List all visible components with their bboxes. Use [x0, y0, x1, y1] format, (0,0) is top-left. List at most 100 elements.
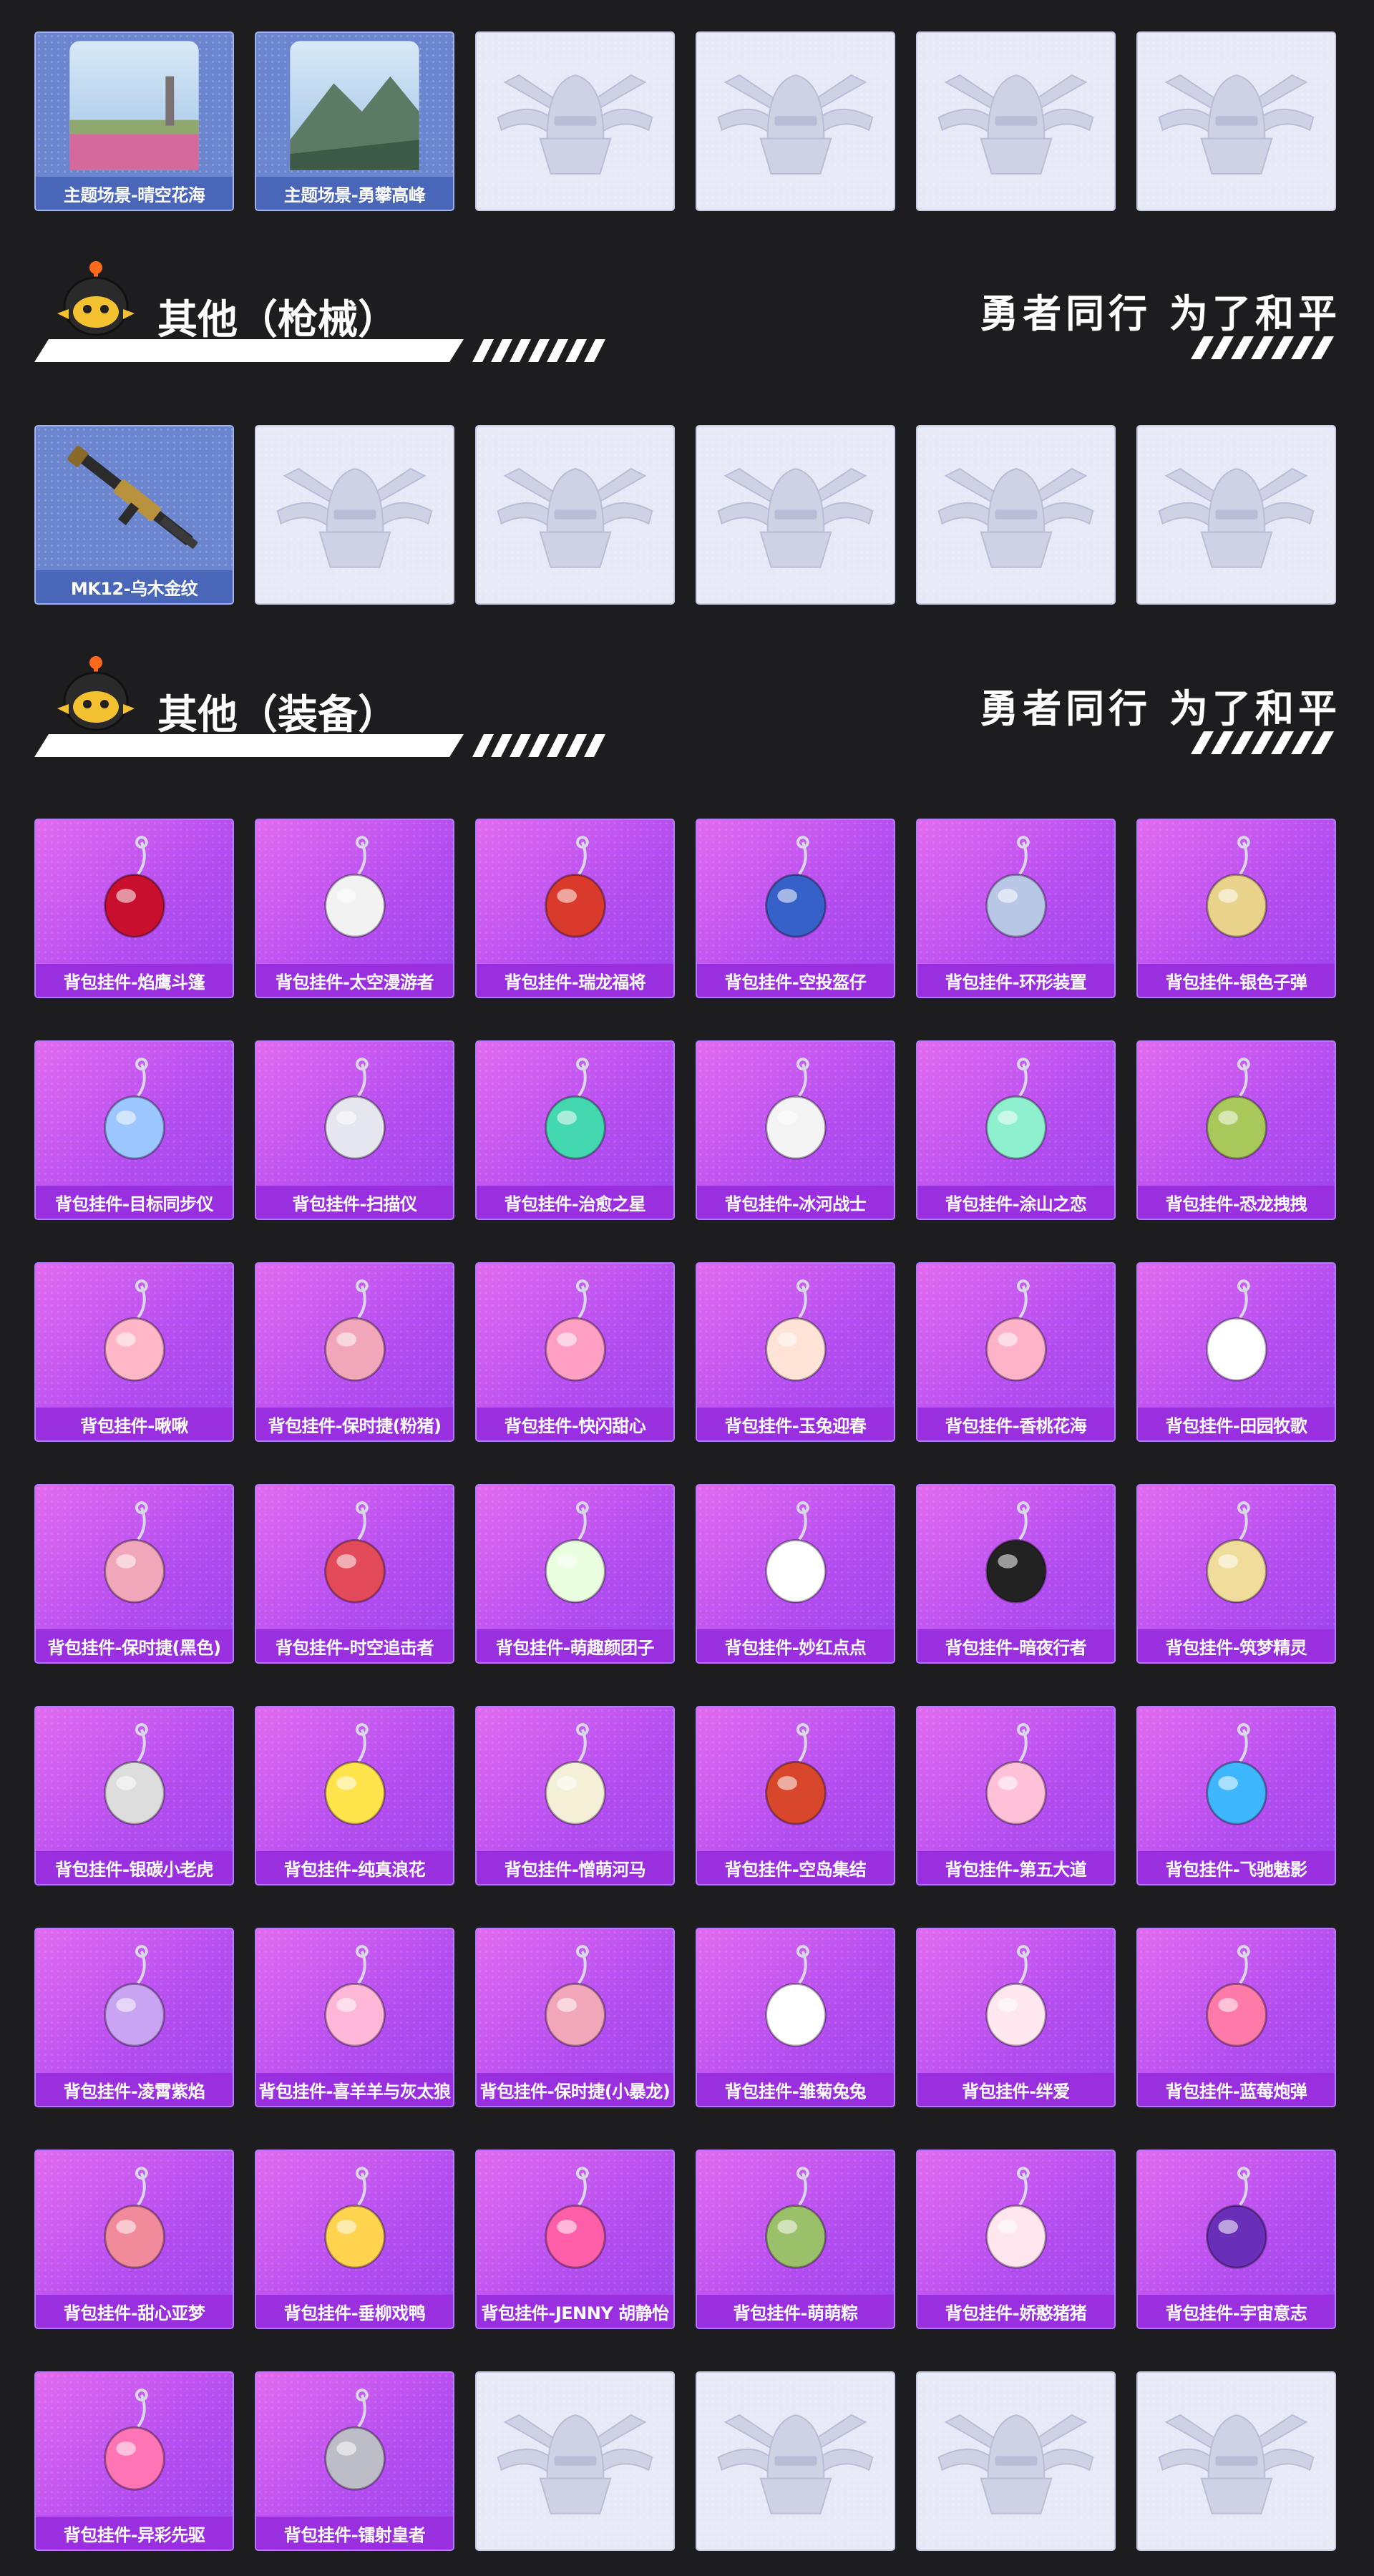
empty-slot[interactable]: [696, 2371, 895, 2551]
pendant-card[interactable]: 背包挂件-暗夜行者: [916, 1484, 1116, 1664]
pendant-card[interactable]: 背包挂件-焰鹰斗篷: [34, 819, 234, 998]
card-label: 背包挂件-雏菊兔兔: [697, 2073, 894, 2106]
pendant-card[interactable]: 背包挂件-涂山之恋: [916, 1040, 1116, 1220]
card-label: 背包挂件-纯真浪花: [256, 1851, 453, 1884]
pendant-card[interactable]: 背包挂件-萌趣颜团子: [475, 1484, 675, 1664]
pendant-card[interactable]: 背包挂件-田园牧歌: [1136, 1262, 1336, 1442]
pendant-card[interactable]: 背包挂件-垂柳戏鸭: [255, 2150, 454, 2329]
scene-card[interactable]: 主题场景-勇攀高峰: [255, 31, 454, 211]
card-label: 背包挂件-治愈之星: [477, 1186, 673, 1219]
pendant-card[interactable]: 背包挂件-娇憨猪猪: [916, 2150, 1116, 2329]
card-label: 主题场景-晴空花海: [36, 177, 233, 210]
pendant-card[interactable]: 背包挂件-宇宙意志: [1136, 2150, 1336, 2329]
pendant-card[interactable]: 背包挂件-憎萌河马: [475, 1706, 675, 1885]
card-label: 背包挂件-憎萌河马: [477, 1851, 673, 1884]
section-title: 其他（装备）: [157, 692, 398, 738]
pendant-card[interactable]: 背包挂件-保时捷(黑色): [34, 1484, 234, 1664]
card-label: 背包挂件-时空追击者: [256, 1629, 453, 1662]
pendant-card[interactable]: 背包挂件-银色子弹: [1136, 819, 1336, 998]
empty-slot[interactable]: [916, 425, 1116, 605]
section-slogan: 勇者同行 为了和平: [980, 686, 1341, 731]
gun-skin-card[interactable]: MK12-乌木金纹: [34, 425, 234, 605]
section-header: 其他（枪械） 勇者同行 为了和平: [34, 256, 1341, 364]
card-row: 背包挂件-焰鹰斗篷 背包挂件-太空漫游者 背包挂件-瑞龙福将 背包挂件-空投盔仔 背包挂…: [34, 819, 1336, 998]
card-label: 背包挂件-保时捷(小暴龙): [477, 2073, 673, 2106]
pendant-card[interactable]: 背包挂件-治愈之星: [475, 1040, 675, 1220]
card-label: 背包挂件-镭射皇者: [256, 2517, 453, 2550]
pendant-card[interactable]: 背包挂件-甜心亚梦: [34, 2150, 234, 2329]
pendant-card[interactable]: 背包挂件-玉兔迎春: [696, 1262, 895, 1442]
pendant-card[interactable]: 背包挂件-快闪甜心: [475, 1262, 675, 1442]
pendant-card[interactable]: 背包挂件-瑞龙福将: [475, 819, 675, 998]
card-label: 背包挂件-冰河战士: [697, 1186, 894, 1219]
pendant-card[interactable]: 背包挂件-蓝莓炮弹: [1136, 1928, 1336, 2107]
empty-slot[interactable]: [696, 425, 895, 605]
pendant-card[interactable]: 背包挂件-保时捷(粉猪): [255, 1262, 454, 1442]
pendant-card[interactable]: 背包挂件-雏菊兔兔: [696, 1928, 895, 2107]
pendant-card[interactable]: 背包挂件-扫描仪: [255, 1040, 454, 1220]
slogan-stripe-bar: [1191, 336, 1334, 359]
empty-slot[interactable]: [1136, 425, 1336, 605]
pendant-card[interactable]: 背包挂件-JENNY 胡静怡: [475, 2150, 675, 2329]
card-label: 背包挂件-蓝莓炮弹: [1138, 2073, 1335, 2106]
card-row: 背包挂件-凌霄紫焰 背包挂件-喜羊羊与灰太狼 背包挂件-保时捷(小暴龙) 背包挂件-雏…: [34, 1928, 1336, 2107]
pendant-card[interactable]: 背包挂件-镭射皇者: [255, 2371, 454, 2551]
pendant-card[interactable]: 背包挂件-恐龙拽拽: [1136, 1040, 1336, 1220]
card-row: 背包挂件-异彩先驱 背包挂件-镭射皇者: [34, 2371, 1336, 2551]
pendant-card[interactable]: 背包挂件-筑梦精灵: [1136, 1484, 1336, 1664]
card-label: 背包挂件-异彩先驱: [36, 2517, 233, 2550]
pendant-card[interactable]: 背包挂件-环形装置: [916, 819, 1116, 998]
card-row: 主题场景-晴空花海 主题场景-勇攀高峰: [34, 31, 1336, 211]
pendant-card[interactable]: 背包挂件-纯真浪花: [255, 1706, 454, 1885]
pendant-card[interactable]: 背包挂件-凌霄紫焰: [34, 1928, 234, 2107]
card-label: 背包挂件-啾啾: [36, 1407, 233, 1440]
pendant-card[interactable]: 背包挂件-绊爱: [916, 1928, 1116, 2107]
pendant-card[interactable]: 背包挂件-萌萌粽: [696, 2150, 895, 2329]
card-label: 背包挂件-香桃花海: [917, 1407, 1114, 1440]
empty-slot[interactable]: [1136, 2371, 1336, 2551]
card-label: MK12-乌木金纹: [36, 570, 233, 603]
section-slogan: 勇者同行 为了和平: [980, 291, 1341, 336]
card-label: 背包挂件-凌霄紫焰: [36, 2073, 233, 2106]
pendant-card[interactable]: 背包挂件-目标同步仪: [34, 1040, 234, 1220]
card-label: 背包挂件-喜羊羊与灰太狼: [256, 2073, 453, 2106]
card-label: 背包挂件-绊爱: [917, 2073, 1114, 2106]
empty-slot[interactable]: [916, 2371, 1116, 2551]
empty-slot[interactable]: [475, 425, 675, 605]
pendant-card[interactable]: 背包挂件-香桃花海: [916, 1262, 1116, 1442]
pendant-card[interactable]: 背包挂件-喜羊羊与灰太狼: [255, 1928, 454, 2107]
empty-slot[interactable]: [475, 2371, 675, 2551]
card-label: 背包挂件-空岛集结: [697, 1851, 894, 1884]
pendant-card[interactable]: 背包挂件-太空漫游者: [255, 819, 454, 998]
mascot-chick-icon: [57, 261, 135, 336]
card-label: 背包挂件-宇宙意志: [1138, 2295, 1335, 2328]
pendant-card[interactable]: 背包挂件-第五大道: [916, 1706, 1116, 1885]
card-row: 背包挂件-啾啾 背包挂件-保时捷(粉猪) 背包挂件-快闪甜心 背包挂件-玉兔迎春 背包挂…: [34, 1262, 1336, 1442]
pendant-card[interactable]: 背包挂件-银碳小老虎: [34, 1706, 234, 1885]
card-label: 背包挂件-萌萌粽: [697, 2295, 894, 2328]
card-label: 背包挂件-恐龙拽拽: [1138, 1186, 1335, 1219]
mascot-chick-icon: [57, 656, 135, 731]
empty-slot[interactable]: [1136, 31, 1336, 211]
card-label: 背包挂件-保时捷(粉猪): [256, 1407, 453, 1440]
empty-slot[interactable]: [916, 31, 1116, 211]
card-label: 背包挂件-焰鹰斗篷: [36, 964, 233, 997]
pendant-card[interactable]: 背包挂件-啾啾: [34, 1262, 234, 1442]
card-label: 背包挂件-保时捷(黑色): [36, 1629, 233, 1662]
card-label: 背包挂件-银色子弹: [1138, 964, 1335, 997]
section-title: 其他（枪械）: [157, 297, 398, 343]
pendant-card[interactable]: 背包挂件-妙红点点: [696, 1484, 895, 1664]
pendant-card[interactable]: 背包挂件-冰河战士: [696, 1040, 895, 1220]
pendant-card[interactable]: 背包挂件-保时捷(小暴龙): [475, 1928, 675, 2107]
slogan-stripe-bar: [1191, 731, 1334, 754]
pendant-card[interactable]: 背包挂件-异彩先驱: [34, 2371, 234, 2551]
pendant-card[interactable]: 背包挂件-空岛集结: [696, 1706, 895, 1885]
empty-slot[interactable]: [696, 31, 895, 211]
empty-slot[interactable]: [475, 31, 675, 211]
scene-card[interactable]: 主题场景-晴空花海: [34, 31, 234, 211]
pendant-card[interactable]: 背包挂件-空投盔仔: [696, 819, 895, 998]
empty-slot[interactable]: [255, 425, 454, 605]
pendant-card[interactable]: 背包挂件-飞驰魅影: [1136, 1706, 1336, 1885]
pendant-card[interactable]: 背包挂件-时空追击者: [255, 1484, 454, 1664]
card-label: 背包挂件-田园牧歌: [1138, 1407, 1335, 1440]
